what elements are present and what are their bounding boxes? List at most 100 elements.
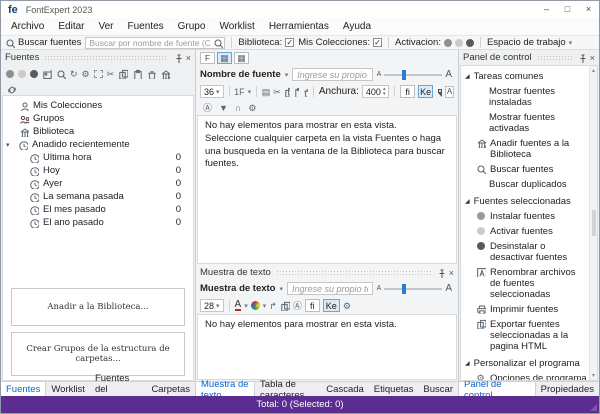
cut-icon[interactable]: ✂ — [107, 69, 115, 79]
task-activar-fuentes[interactable]: Activar fuentes — [465, 226, 587, 237]
section-personalizar[interactable]: ◢ Personalizar el programa — [465, 358, 587, 369]
font-size-slider[interactable] — [384, 288, 442, 290]
tab-cascada[interactable]: Cascada — [321, 382, 369, 396]
menu-archivo[interactable]: Archivo — [4, 21, 51, 32]
task-buscar-fuentes[interactable]: Buscar fuentes — [465, 164, 587, 175]
menu-herramientas[interactable]: Herramientas — [262, 21, 336, 32]
kerning-toggle[interactable]: Ke — [323, 299, 340, 312]
spinner-arrows[interactable]: ▴▾ — [383, 87, 386, 97]
activation-dot-inactive[interactable] — [18, 70, 26, 78]
settings-gear-icon[interactable]: ⚙ — [82, 69, 90, 79]
tab-worklist[interactable]: Worklist — [46, 382, 90, 396]
chevron-down-icon[interactable]: ▾ — [280, 285, 284, 293]
search-small-icon[interactable] — [56, 69, 66, 79]
pin-icon[interactable] — [577, 53, 587, 63]
expander-icon[interactable]: ▾ — [6, 141, 14, 149]
chevron-down-icon[interactable]: ▾ — [248, 88, 252, 96]
activation-dot-installed[interactable] — [6, 70, 14, 78]
section-tareas-comunes[interactable]: ◢ Tareas comunes — [465, 71, 587, 82]
scrollbar-thumb[interactable] — [592, 210, 596, 236]
pin-icon[interactable] — [436, 268, 446, 278]
close-button[interactable]: × — [578, 1, 599, 18]
add-to-library-icon[interactable] — [160, 69, 170, 79]
custom-text-input[interactable] — [292, 68, 372, 81]
tab-carpetas[interactable]: Carpetas — [146, 382, 195, 396]
task-mostrar-activadas[interactable]: Mostrar fuentes activadas — [465, 112, 587, 134]
menu-grupo[interactable]: Grupo — [171, 21, 213, 32]
task-mostrar-instaladas[interactable]: Mostrar fuentes instaladas — [465, 86, 587, 108]
view-detail-button[interactable]: ▦ — [234, 52, 249, 64]
delete-icon[interactable] — [146, 69, 156, 79]
search-input[interactable] — [85, 37, 225, 49]
add-to-library-button[interactable]: Anadir a la Biblioteca... — [11, 288, 185, 326]
tree-item-hoy[interactable]: Hoy 0 — [3, 164, 193, 177]
tree-item-semana-pasada[interactable]: La semana pasada 0 — [3, 190, 193, 203]
resize-grip[interactable] — [590, 404, 597, 411]
kerning-toggle[interactable]: Ke — [418, 85, 433, 98]
pairs-icon[interactable]: ∩ — [235, 103, 241, 113]
copy-icon[interactable] — [284, 87, 290, 97]
delete-icon[interactable] — [302, 87, 308, 97]
menu-worklist[interactable]: Worklist — [212, 21, 261, 32]
tag-icon[interactable] — [436, 87, 442, 97]
menu-editar[interactable]: Editar — [51, 21, 91, 32]
circled-a-icon[interactable]: Ⓐ — [293, 301, 302, 311]
search-icon[interactable] — [213, 38, 223, 48]
menu-fuentes[interactable]: Fuentes — [121, 21, 171, 32]
cut-icon[interactable]: ✂ — [273, 87, 281, 97]
create-groups-button[interactable]: Crear Grupos de la estructura de carpeta… — [11, 332, 185, 376]
tree-item-ultima-hora[interactable]: Ultima hora 0 — [3, 151, 193, 164]
activation-dot-active[interactable] — [466, 39, 474, 47]
colecciones-checkbox[interactable]: ✓ — [373, 38, 382, 47]
tab-muestra-de-texto[interactable]: Muestra de texto — [196, 382, 255, 396]
sort-icon[interactable]: 1F — [234, 87, 245, 97]
custom-text-input[interactable] — [287, 282, 373, 295]
tree-item-biblioteca[interactable]: Biblioteca — [3, 125, 193, 138]
menu-ver[interactable]: Ver — [91, 21, 120, 32]
slider-handle[interactable] — [402, 70, 406, 80]
pin-icon[interactable] — [173, 53, 183, 63]
biblioteca-checkbox[interactable]: ✓ — [285, 38, 294, 47]
tree-item-mes-pasado[interactable]: El mes pasado 0 — [3, 203, 193, 216]
select-region-icon[interactable] — [94, 70, 103, 78]
activation-dot-installed[interactable] — [444, 39, 452, 47]
tree-item-grupos[interactable]: Grupos — [3, 112, 193, 125]
layers-icon[interactable] — [280, 301, 290, 311]
menu-ayuda[interactable]: Ayuda — [336, 21, 378, 32]
tree-item-anadido-recientemente[interactable]: ▾ Anadido recientemente — [3, 138, 193, 151]
chevron-down-icon[interactable]: ▾ — [244, 302, 248, 310]
task-exportar-html[interactable]: Exportar fuentes seleccionadas a la pagi… — [465, 319, 587, 352]
settings-gear-icon[interactable]: ⚙ — [343, 301, 351, 311]
workspace-dropdown[interactable]: Espacio de trabajo ▾ — [487, 37, 572, 48]
section-fuentes-seleccionadas[interactable]: ◢ Fuentes seleccionadas — [465, 196, 587, 207]
view-font-list-button[interactable]: F — [200, 52, 215, 64]
maximize-button[interactable]: □ — [557, 1, 578, 18]
scroll-up-icon[interactable]: ▴ — [592, 67, 595, 74]
chevron-down-icon[interactable]: ▾ — [263, 302, 267, 310]
close-icon[interactable]: × — [186, 53, 191, 63]
view-grid-button[interactable]: ▦ — [217, 52, 232, 64]
slider-handle[interactable] — [402, 284, 406, 294]
task-imprimir-fuentes[interactable]: Imprimir fuentes — [465, 304, 587, 315]
search-fonts-button[interactable]: Buscar fuentes — [5, 37, 81, 48]
font-size-combo[interactable]: 28 ▾ — [200, 299, 224, 312]
copy-icon[interactable] — [118, 69, 128, 79]
task-opciones-programa[interactable]: ⚙ Opciones de programa — [465, 373, 587, 381]
background-color-icon[interactable] — [251, 301, 260, 310]
refresh-icon[interactable]: ↻ — [70, 69, 78, 79]
task-buscar-duplicados[interactable]: Buscar duplicados — [465, 179, 587, 190]
task-renombrar-archivos[interactable]: Renombrar archivos de fuentes selecciona… — [465, 267, 587, 300]
tab-fuentes-del-sistema[interactable]: Fuentes del sistema — [90, 382, 147, 396]
minimize-button[interactable]: – — [536, 1, 557, 18]
task-instalar-fuentes[interactable]: Instalar fuentes — [465, 211, 587, 222]
chevron-down-icon[interactable]: ▾ — [285, 71, 289, 79]
link-icon[interactable] — [6, 84, 16, 94]
add-image-icon[interactable] — [42, 69, 52, 79]
circled-a-icon[interactable]: Ⓐ — [203, 103, 212, 113]
tab-etiquetas[interactable]: Etiquetas — [369, 382, 419, 396]
activation-dot-active[interactable] — [30, 70, 38, 78]
anchura-spinner[interactable]: 400 ▴▾ — [362, 85, 390, 98]
tab-fuentes[interactable]: Fuentes — [1, 382, 46, 396]
paste-icon[interactable] — [293, 87, 299, 97]
paste-icon[interactable] — [132, 69, 142, 79]
